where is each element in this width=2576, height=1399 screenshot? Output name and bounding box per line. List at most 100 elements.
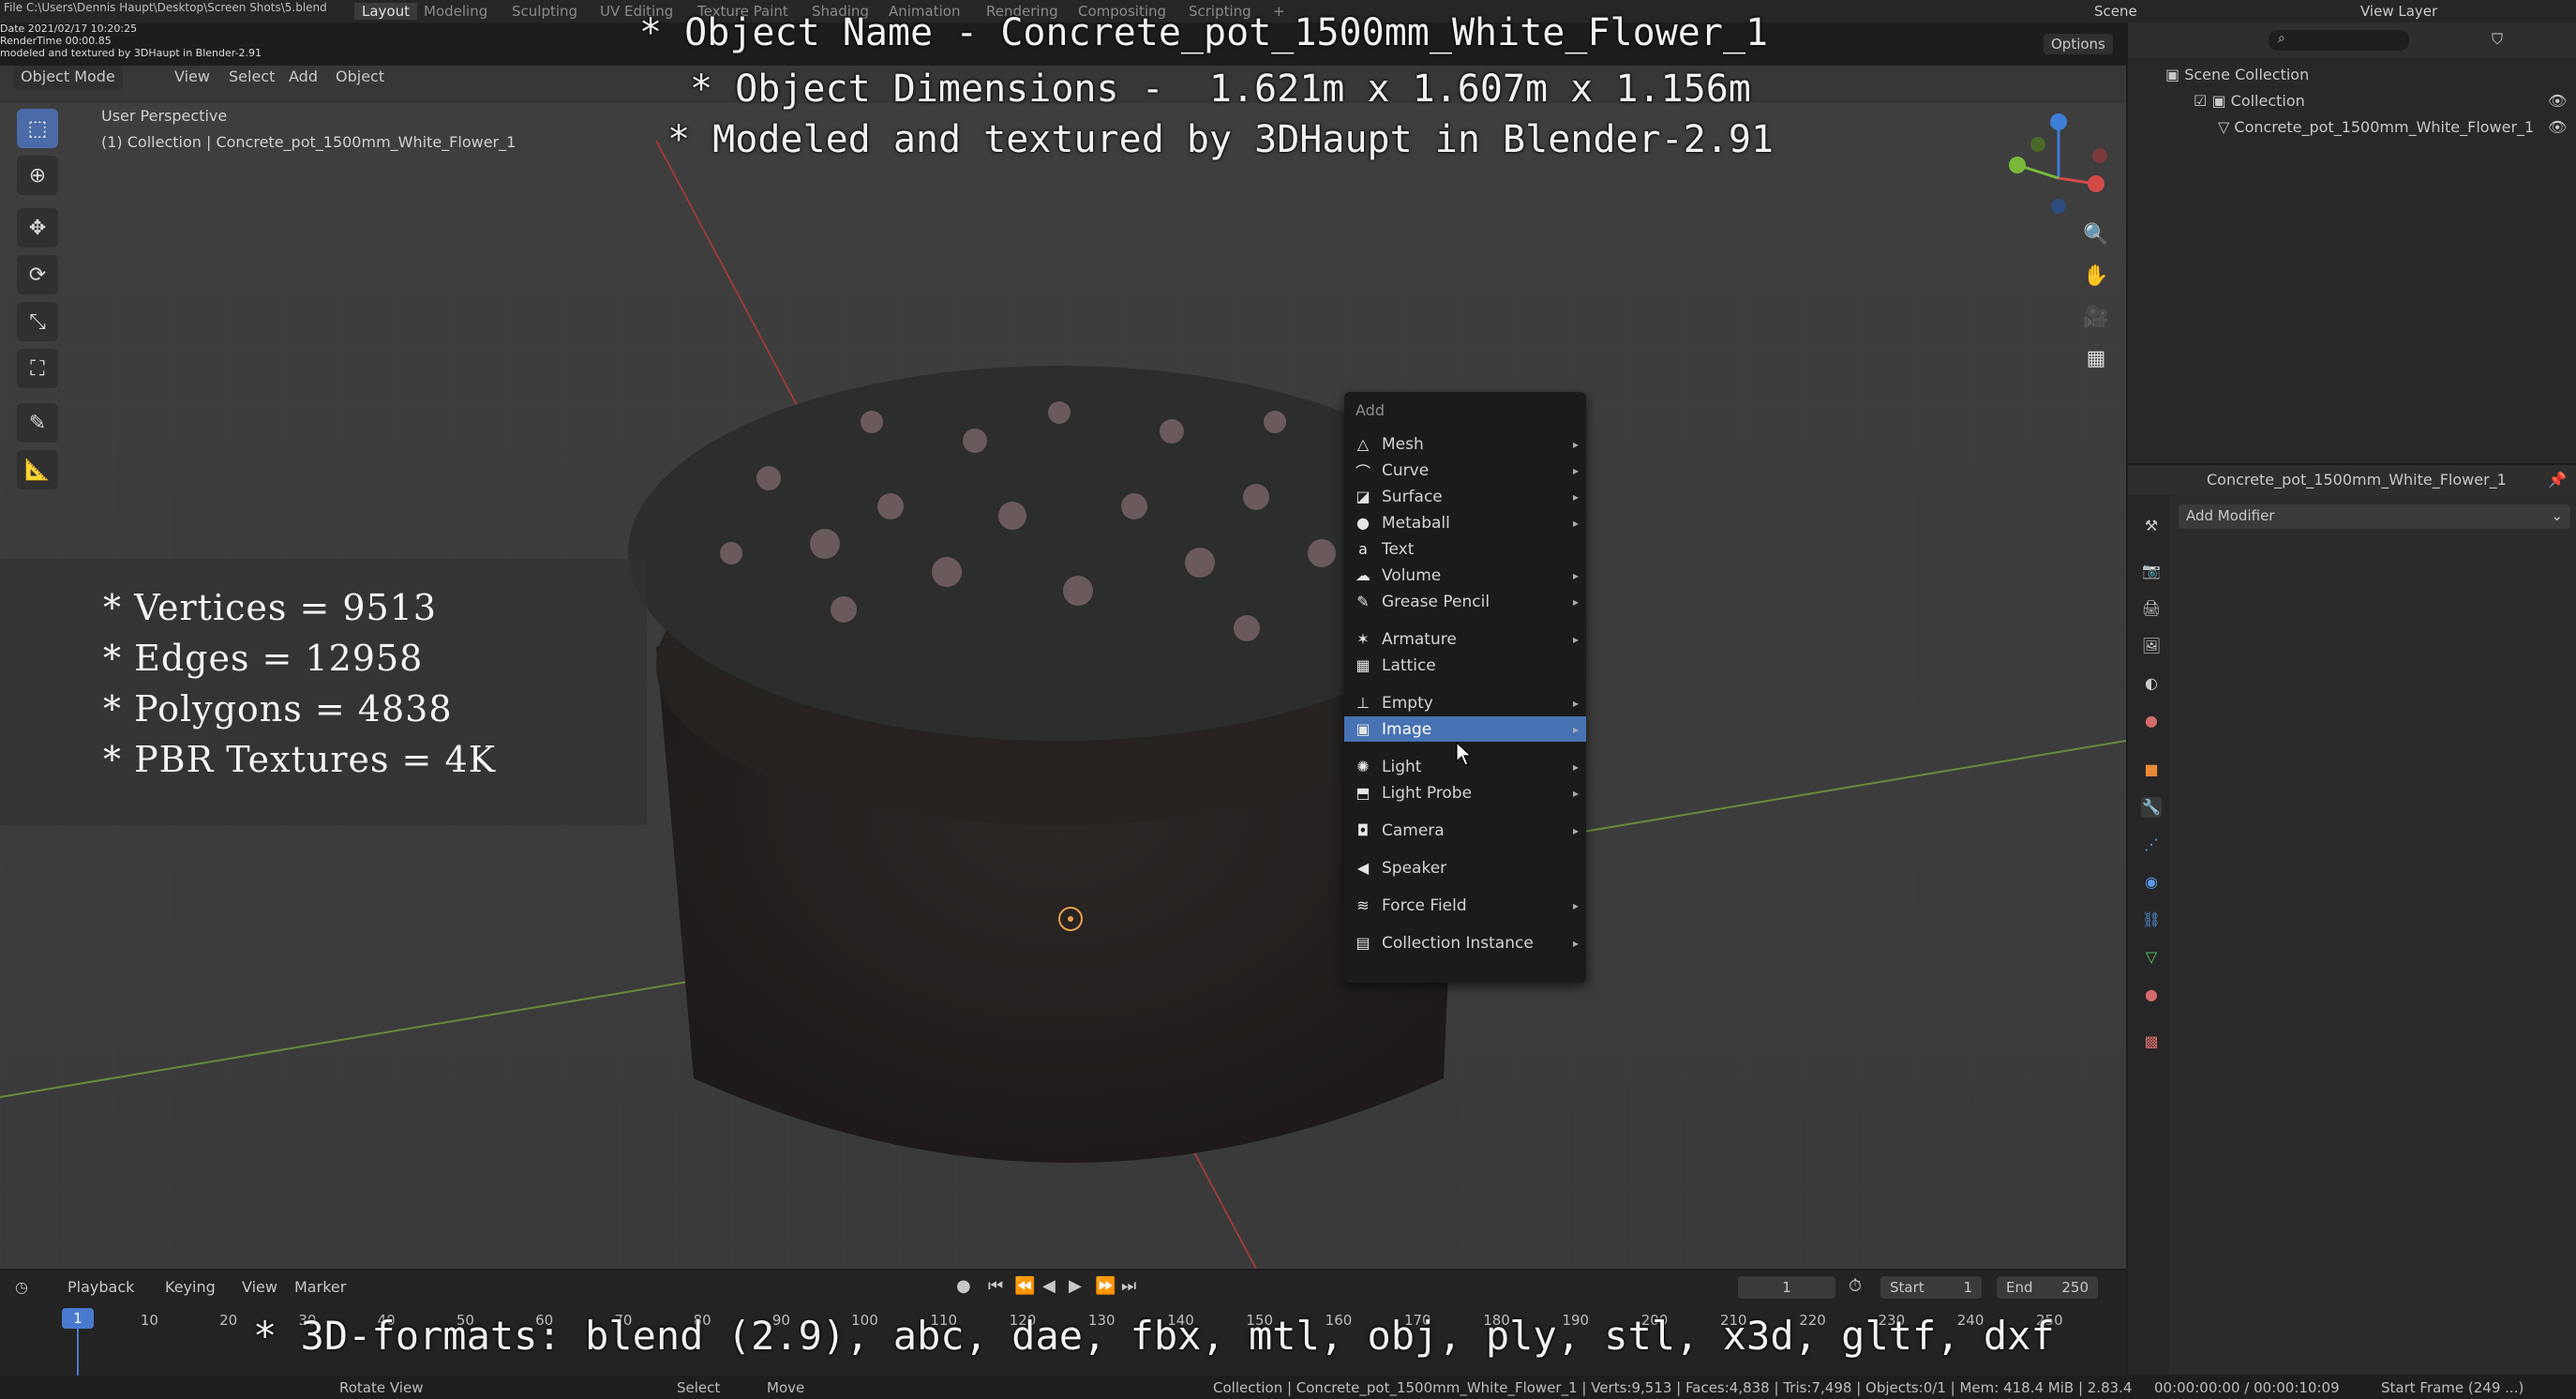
object-tab-icon[interactable]: ■ (2141, 760, 2162, 780)
material-tab-icon[interactable]: ● (2141, 985, 2162, 1005)
add-menu-item-speaker[interactable]: ◀ Speaker (1344, 855, 1586, 880)
prev-keyframe-button[interactable]: ⏪ (1014, 1276, 1035, 1296)
playback-menu[interactable]: Playback (67, 1278, 134, 1296)
tab-modeling[interactable]: Modeling (424, 3, 487, 20)
view-perspective-label: User Perspective (101, 107, 228, 125)
rotate-tool[interactable]: ⟳ (17, 255, 58, 294)
outliner-collection[interactable]: ☑ ▣ Collection (2194, 92, 2305, 110)
clock-icon[interactable]: ⏱ (1849, 1276, 1862, 1296)
status-start-frame: Start Frame (249 ...) (2381, 1379, 2524, 1396)
keying-menu[interactable]: Keying (165, 1278, 216, 1296)
particles-tab-icon[interactable]: ⋰ (2141, 835, 2162, 855)
collection-icon: ▣ (2165, 66, 2185, 83)
add-menu-item-label: Armature (1382, 629, 1457, 649)
menu-object[interactable]: Object (336, 68, 384, 85)
add-menu-item-grease-pencil[interactable]: ✎ Grease Pencil ▸ (1344, 589, 1586, 614)
select-box-tool[interactable]: ⬚ (17, 109, 58, 148)
add-menu-item-volume[interactable]: ☁ Volume ▸ (1344, 563, 1586, 588)
world-tab-icon[interactable]: ● (2141, 711, 2162, 731)
add-menu-item-image[interactable]: ▣ Image ▸ (1344, 716, 1586, 742)
menu-add[interactable]: Add (289, 68, 318, 85)
move-tool[interactable]: ✥ (17, 208, 58, 248)
add-menu-item-armature[interactable]: ✶ Armature ▸ (1344, 626, 1586, 652)
curve-icon: ⌒ (1355, 462, 1370, 481)
add-modifier-dropdown[interactable]: Add Modifier ⌄ (2179, 504, 2570, 529)
add-menu-item-curve[interactable]: ⌒ Curve ▸ (1344, 458, 1586, 483)
view-menu[interactable]: View (242, 1278, 277, 1296)
jump-start-button[interactable]: ⏮ (988, 1276, 1003, 1296)
mesh-icon: △ (1356, 435, 1370, 453)
view-layer-tab-icon[interactable]: 🖼 (2141, 636, 2162, 656)
ortho-toggle-button[interactable]: ▦ (2079, 341, 2113, 375)
status-move: Move (767, 1379, 805, 1396)
add-menu-item-camera[interactable]: ◘ Camera ▸ (1344, 818, 1586, 843)
render-tab-icon[interactable]: 📷 (2141, 561, 2162, 581)
camera-view-button[interactable]: 🎥 (2079, 300, 2113, 334)
clock-icon[interactable]: ◷ (15, 1278, 28, 1296)
light-icon: ✺ (1356, 758, 1370, 775)
add-menu-item-metaball[interactable]: ● Metaball ▸ (1344, 510, 1586, 535)
add-menu-item-force-field[interactable]: ≋ Force Field ▸ (1344, 893, 1586, 918)
outliner-object[interactable]: ▽ Concrete_pot_1500mm_White_Flower_1 (2218, 118, 2534, 136)
marker-menu[interactable]: Marker (294, 1278, 346, 1296)
add-menu-item-text[interactable]: a Text (1344, 536, 1586, 562)
add-menu-item-empty[interactable]: ⊥ Empty ▸ (1344, 690, 1586, 715)
tab-sculpting[interactable]: Sculpting (512, 3, 577, 20)
pin-icon[interactable]: 📌 (2548, 471, 2567, 489)
options-button[interactable]: Options (2044, 34, 2113, 54)
mode-selector[interactable]: Object Mode (13, 66, 123, 90)
scale-tool[interactable]: ⤡ (17, 302, 58, 341)
view-layer-selector[interactable]: View Layer (2360, 3, 2437, 20)
measure-tool[interactable]: 📐 (17, 450, 58, 489)
add-menu-item-collection-instance[interactable]: ▤ Collection Instance ▸ (1344, 930, 1586, 955)
cursor-tool[interactable]: ⊕ (17, 156, 58, 195)
play-reverse-button[interactable]: ◀ (1042, 1276, 1056, 1296)
start-frame-field[interactable]: Start 1 (1880, 1276, 1982, 1299)
scene-selector[interactable]: Scene (2094, 3, 2137, 20)
zoom-button[interactable]: 🔍 (2079, 218, 2113, 251)
modifier-tab-icon[interactable]: 🔧 (2141, 797, 2162, 818)
add-menu-item-surface[interactable]: ◪ Surface ▸ (1344, 484, 1586, 509)
transform-tool[interactable]: ⛶ (17, 349, 58, 388)
play-button[interactable]: ▶ (1069, 1276, 1082, 1296)
current-frame-field[interactable]: 1 (1738, 1276, 1835, 1299)
scene-tab-icon[interactable]: ◐ (2141, 673, 2162, 694)
stamp-date: Date 2021/02/17 10:20:25 (0, 23, 138, 35)
checkbox-icon[interactable]: ☑ (2194, 92, 2211, 110)
add-menu-item-mesh[interactable]: △ Mesh ▸ (1344, 431, 1586, 457)
constraints-tab-icon[interactable]: ⛓ (2141, 910, 2162, 930)
add-menu: Add △ Mesh ▸ ⌒ Curve ▸ ◪ Surface ▸ ● Metaball ▸ a Tex… (1344, 392, 1586, 983)
chevron-right-icon: ▸ (1572, 760, 1579, 774)
eye-icon[interactable]: 👁 (2548, 92, 2567, 110)
filter-icon[interactable]: ⛉ (2492, 30, 2503, 49)
collection-icon: ▣ (2211, 92, 2231, 110)
next-keyframe-button[interactable]: ⏩ (1095, 1276, 1116, 1296)
chevron-right-icon: ▸ (1572, 722, 1579, 736)
empty-icon: ⊥ (1356, 694, 1370, 712)
metaball-icon: ● (1356, 514, 1370, 532)
menu-select[interactable]: Select (229, 68, 275, 85)
outliner-search-input[interactable] (2269, 30, 2409, 51)
timeline-tick-label: 20 (219, 1312, 238, 1329)
scale-icon: ⤡ (29, 309, 46, 334)
texture-tab-icon[interactable]: ▩ (2141, 1031, 2162, 1052)
menu-view[interactable]: View (174, 68, 210, 85)
add-menu-item-label: Mesh (1382, 434, 1424, 454)
jump-end-button[interactable]: ⏭ (1121, 1276, 1136, 1296)
add-menu-item-light-probe[interactable]: ⬒ Light Probe ▸ (1344, 780, 1586, 805)
record-button[interactable]: ● (956, 1276, 971, 1296)
eye-icon[interactable]: 👁 (2548, 118, 2567, 136)
data-tab-icon[interactable]: ▽ (2141, 947, 2162, 968)
pan-button[interactable]: ✋ (2079, 259, 2113, 293)
tab-layout[interactable]: Layout (354, 3, 417, 20)
force-field-icon: ≋ (1356, 896, 1370, 914)
add-menu-item-lattice[interactable]: ▦ Lattice (1344, 653, 1586, 678)
output-tab-icon[interactable]: 🖨 (2141, 598, 2162, 619)
chevron-right-icon: ▸ (1572, 568, 1579, 582)
physics-tab-icon[interactable]: ◉ (2141, 872, 2162, 893)
outliner-scene-collection[interactable]: ▣ Scene Collection (2165, 66, 2309, 83)
tool-tab-icon[interactable]: ⚒ (2141, 516, 2162, 536)
annotate-tool[interactable]: ✎ (17, 403, 58, 443)
end-frame-field[interactable]: End 250 (1997, 1276, 2098, 1299)
chevron-right-icon: ▸ (1572, 489, 1579, 504)
